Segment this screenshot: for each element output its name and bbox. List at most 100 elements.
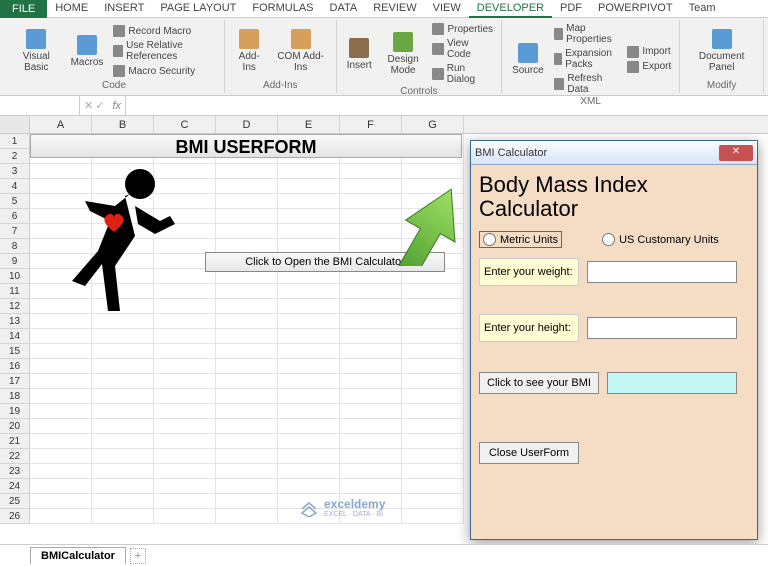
properties-button[interactable]: Properties <box>430 22 495 36</box>
cell[interactable] <box>216 449 278 464</box>
source-button[interactable]: Source <box>508 22 548 96</box>
cancel-icon[interactable]: ✕ <box>84 99 93 112</box>
cell[interactable] <box>340 314 402 329</box>
cell[interactable] <box>216 314 278 329</box>
cell[interactable] <box>216 374 278 389</box>
addins-button[interactable]: Add-Ins <box>231 22 268 80</box>
metric-radio[interactable]: Metric Units <box>479 231 562 248</box>
cell[interactable] <box>154 344 216 359</box>
row-header[interactable]: 12 <box>0 299 30 314</box>
cell[interactable] <box>340 374 402 389</box>
cell[interactable] <box>278 359 340 374</box>
cell[interactable] <box>154 434 216 449</box>
formula-input[interactable] <box>125 96 768 115</box>
cell[interactable] <box>216 284 278 299</box>
cell[interactable] <box>402 434 464 449</box>
add-sheet-button[interactable]: + <box>130 548 146 564</box>
cell[interactable] <box>30 464 92 479</box>
cell[interactable] <box>340 299 402 314</box>
cell[interactable] <box>154 494 216 509</box>
cell[interactable] <box>402 329 464 344</box>
col-header[interactable]: C <box>154 116 216 133</box>
userform-titlebar[interactable]: BMI Calculator ✕ <box>471 141 757 165</box>
cell[interactable] <box>92 464 154 479</box>
cell[interactable] <box>278 329 340 344</box>
cell[interactable] <box>402 389 464 404</box>
tab-formulas[interactable]: FORMULAS <box>244 0 321 18</box>
cell[interactable] <box>30 449 92 464</box>
cell[interactable] <box>340 464 402 479</box>
cell[interactable] <box>92 404 154 419</box>
cell[interactable] <box>154 329 216 344</box>
tab-developer[interactable]: DEVELOPER <box>469 0 552 18</box>
row-header[interactable]: 3 <box>0 164 30 179</box>
cell[interactable] <box>340 389 402 404</box>
col-header[interactable]: D <box>216 116 278 133</box>
userform-close-icon[interactable]: ✕ <box>719 145 753 161</box>
relative-refs-button[interactable]: Use Relative References <box>111 39 217 63</box>
row-header[interactable]: 18 <box>0 389 30 404</box>
cell[interactable] <box>278 284 340 299</box>
cell[interactable] <box>92 344 154 359</box>
calculate-bmi-button[interactable]: Click to see your BMI <box>479 372 599 394</box>
row-header[interactable]: 4 <box>0 179 30 194</box>
us-radio[interactable]: US Customary Units <box>602 231 719 248</box>
cell[interactable] <box>278 389 340 404</box>
document-panel-button[interactable]: Document Panel <box>686 22 757 80</box>
cell[interactable] <box>154 314 216 329</box>
export-button[interactable]: Export <box>625 60 673 74</box>
col-header[interactable]: E <box>278 116 340 133</box>
row-header[interactable]: 13 <box>0 314 30 329</box>
design-mode-button[interactable]: Design Mode <box>380 22 427 86</box>
row-header[interactable]: 9 <box>0 254 30 269</box>
cell[interactable] <box>30 509 92 524</box>
row-header[interactable]: 22 <box>0 449 30 464</box>
row-header[interactable]: 7 <box>0 224 30 239</box>
tab-pagelayout[interactable]: PAGE LAYOUT <box>152 0 244 18</box>
cell[interactable] <box>92 389 154 404</box>
col-header[interactable]: F <box>340 116 402 133</box>
cell[interactable] <box>216 164 278 179</box>
cell[interactable] <box>92 419 154 434</box>
cell[interactable] <box>340 449 402 464</box>
cell[interactable] <box>30 494 92 509</box>
cell[interactable] <box>30 479 92 494</box>
cell[interactable] <box>402 494 464 509</box>
cell[interactable] <box>216 479 278 494</box>
cell[interactable] <box>340 344 402 359</box>
cell[interactable] <box>402 449 464 464</box>
tab-review[interactable]: REVIEW <box>365 0 424 18</box>
cell[interactable] <box>216 179 278 194</box>
cell[interactable] <box>154 419 216 434</box>
row-header[interactable]: 24 <box>0 479 30 494</box>
run-dialog-button[interactable]: Run Dialog <box>430 62 495 86</box>
tab-powerpivot[interactable]: POWERPIVOT <box>590 0 681 18</box>
cell[interactable] <box>30 329 92 344</box>
col-header[interactable]: A <box>30 116 92 133</box>
cell[interactable] <box>278 209 340 224</box>
row-header[interactable]: 10 <box>0 269 30 284</box>
row-header[interactable]: 11 <box>0 284 30 299</box>
cell[interactable] <box>216 224 278 239</box>
cell[interactable] <box>216 194 278 209</box>
cell[interactable] <box>92 479 154 494</box>
cell[interactable] <box>278 449 340 464</box>
row-header[interactable]: 2 <box>0 149 30 164</box>
cell[interactable] <box>278 194 340 209</box>
macros-button[interactable]: Macros <box>67 22 108 80</box>
visual-basic-button[interactable]: Visual Basic <box>10 22 63 80</box>
cell[interactable] <box>30 359 92 374</box>
cell[interactable] <box>30 404 92 419</box>
cell[interactable] <box>154 509 216 524</box>
cell[interactable] <box>278 434 340 449</box>
cell[interactable] <box>402 464 464 479</box>
cell[interactable] <box>402 299 464 314</box>
cell[interactable] <box>340 419 402 434</box>
map-props-button[interactable]: Map Properties <box>552 22 622 46</box>
name-box[interactable] <box>0 96 80 115</box>
tab-home[interactable]: HOME <box>47 0 96 18</box>
cell[interactable] <box>340 479 402 494</box>
weight-input[interactable] <box>587 261 737 283</box>
cell[interactable] <box>340 329 402 344</box>
cell[interactable] <box>30 344 92 359</box>
